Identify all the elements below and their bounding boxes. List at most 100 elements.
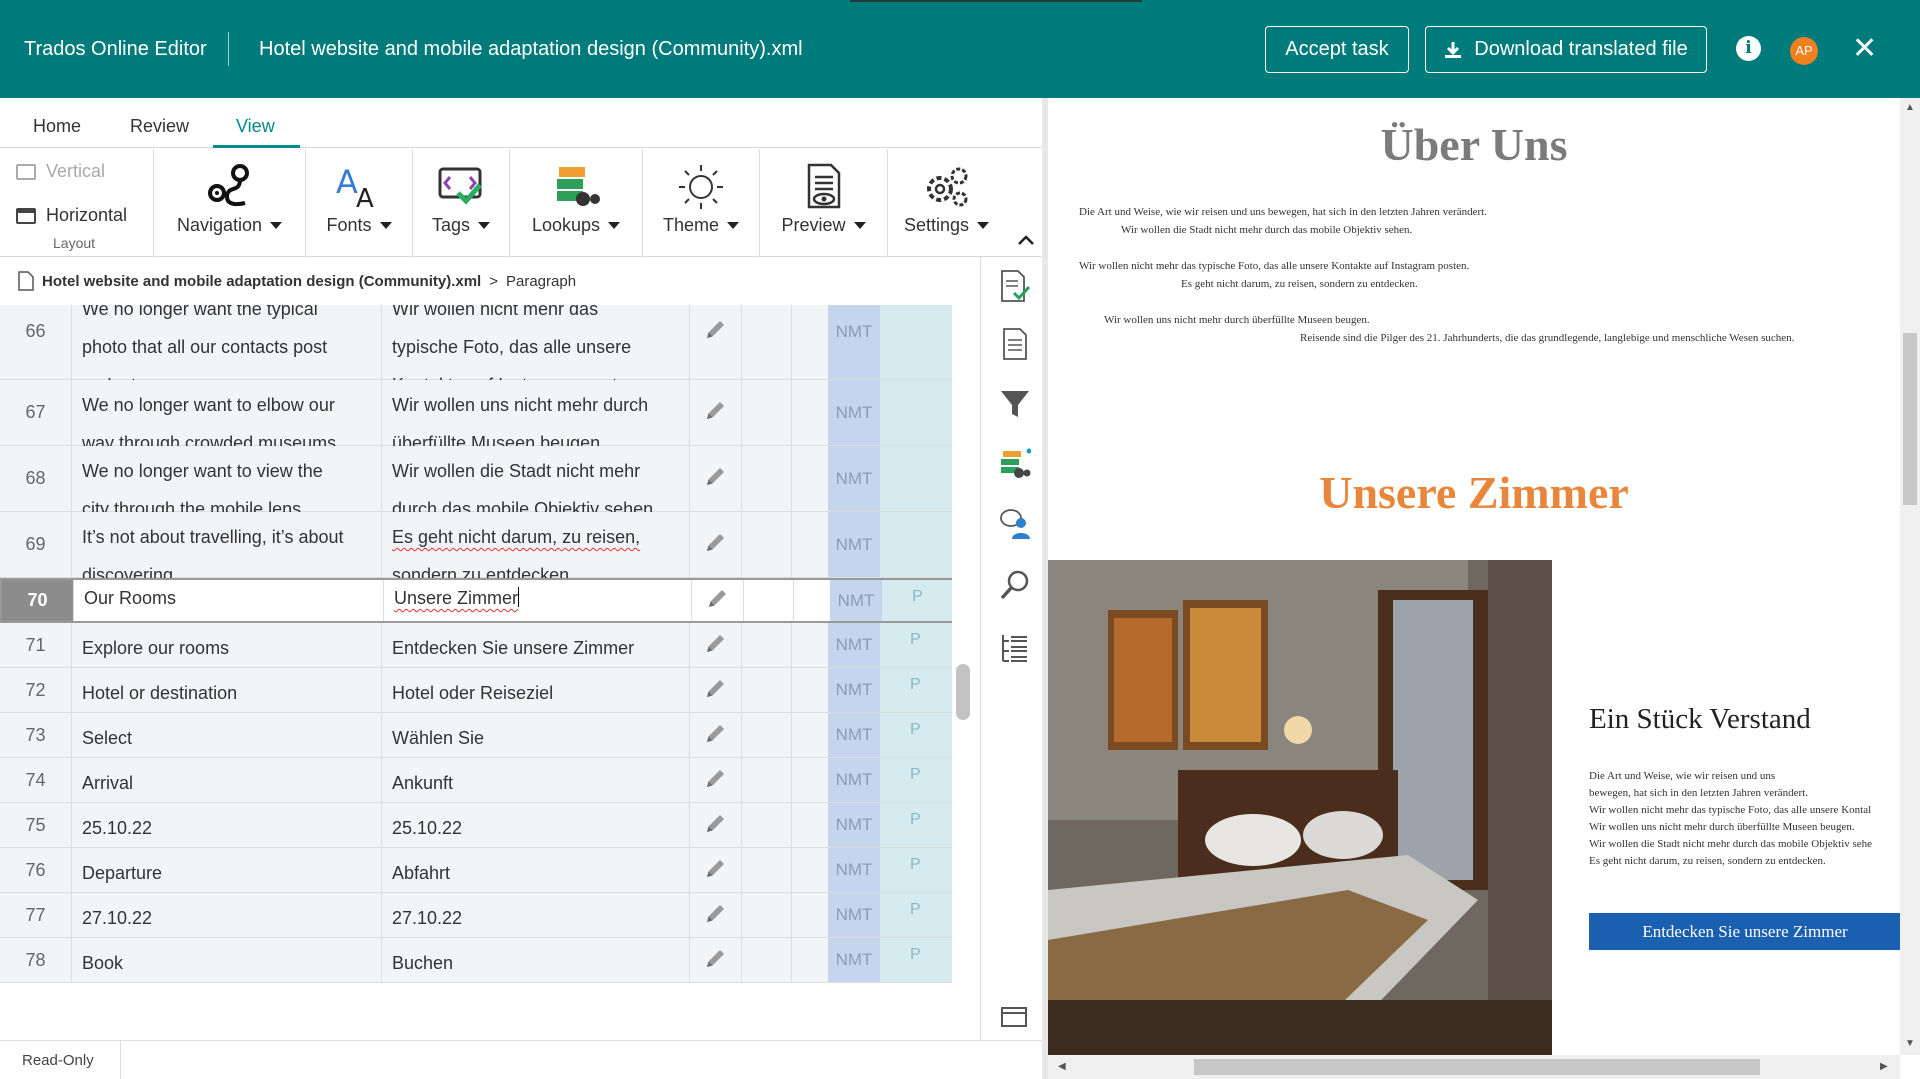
- target-text-line[interactable]: Wählen Sie: [392, 719, 679, 757]
- target-text-line[interactable]: 25.10.22: [392, 809, 679, 847]
- target-cell[interactable]: Wir wollen die Stadt nicht mehr durch das…: [382, 446, 690, 519]
- segment-row[interactable]: 76 Departure Abfahrt NMT P: [0, 848, 952, 893]
- tab-review[interactable]: Review: [130, 116, 189, 137]
- target-cell[interactable]: Unsere Zimmer: [384, 580, 692, 621]
- filter-icon[interactable]: [999, 387, 1031, 421]
- target-cell[interactable]: Ankunft: [382, 758, 690, 802]
- breadcrumb-file[interactable]: Hotel website and mobile adaptation desi…: [42, 273, 481, 290]
- target-cell[interactable]: Hotel oder Reiseziel: [382, 668, 690, 712]
- target-text-line[interactable]: Unsere Zimmer: [394, 588, 518, 608]
- edit-segment-button[interactable]: [690, 848, 742, 892]
- window-icon[interactable]: [999, 1005, 1031, 1029]
- pencil-icon: [704, 946, 728, 975]
- scroll-up-icon[interactable]: ▲: [1905, 102, 1915, 113]
- segment-row[interactable]: 68 We no longer want to view the city thro…: [0, 446, 952, 519]
- tree-icon[interactable]: [999, 631, 1031, 665]
- download-translated-file-button[interactable]: Download translated file: [1425, 26, 1707, 73]
- comments-icon[interactable]: [999, 507, 1031, 541]
- target-text-line[interactable]: Wir wollen uns nicht mehr durch: [392, 386, 679, 424]
- segment-row[interactable]: 71 Explore our rooms Entdecken Sie unsere …: [0, 623, 952, 668]
- segment-row[interactable]: 75 25.10.22 25.10.22 NMT P: [0, 803, 952, 848]
- edit-segment-button[interactable]: [690, 938, 742, 982]
- lookups-side-icon[interactable]: [999, 447, 1031, 481]
- avatar[interactable]: AP: [1790, 37, 1818, 65]
- edit-segment-button[interactable]: [690, 446, 742, 511]
- source-cell: We no longer want to elbow our way throug…: [72, 380, 382, 453]
- fonts-button[interactable]: AA Fonts: [306, 163, 412, 236]
- target-cell[interactable]: Buchen: [382, 938, 690, 982]
- settings-button[interactable]: Settings: [888, 163, 1005, 236]
- tab-home[interactable]: Home: [33, 116, 81, 137]
- scroll-right-icon[interactable]: ▶: [1880, 1061, 1888, 1072]
- target-cell[interactable]: Wir wollen uns nicht mehr durch überfüllt…: [382, 380, 690, 453]
- target-cell[interactable]: 27.10.22: [382, 893, 690, 937]
- layout-vertical-option[interactable]: Vertical: [16, 161, 105, 182]
- edit-segment-button[interactable]: [690, 668, 742, 712]
- tags-button[interactable]: Tags: [413, 163, 509, 236]
- explore-rooms-button[interactable]: Entdecken Sie unsere Zimmer: [1589, 913, 1900, 950]
- chevron-down-icon: [727, 222, 740, 229]
- lookups-button[interactable]: Lookups: [510, 163, 642, 236]
- scroll-left-icon[interactable]: ◀: [1058, 1061, 1066, 1072]
- target-cell[interactable]: 25.10.22: [382, 803, 690, 847]
- edit-segment-button[interactable]: [690, 512, 742, 577]
- target-cell[interactable]: Wählen Sie: [382, 713, 690, 757]
- segment-row[interactable]: 70 Our Rooms Unsere Zimmer NMT P: [0, 578, 952, 623]
- search-icon[interactable]: [999, 569, 1031, 603]
- edit-segment-button[interactable]: [690, 803, 742, 847]
- target-text-line[interactable]: Wir wollen nicht mehr das: [392, 305, 679, 328]
- edit-segment-button[interactable]: [690, 893, 742, 937]
- segment-row[interactable]: 69 It’s not about travelling, it’s about d…: [0, 512, 952, 585]
- theme-button[interactable]: Theme: [643, 163, 759, 236]
- target-text-line[interactable]: Ankunft: [392, 764, 679, 802]
- horizontal-layout-icon: [16, 207, 36, 224]
- collapse-ribbon-icon[interactable]: [1018, 234, 1034, 246]
- edit-segment-button[interactable]: [692, 580, 744, 621]
- preview-vscroll-thumb[interactable]: [1903, 333, 1917, 505]
- preview-button[interactable]: Preview: [760, 163, 887, 236]
- close-icon[interactable]: ✕: [1852, 32, 1877, 66]
- scroll-down-icon[interactable]: ▼: [1905, 1038, 1915, 1049]
- target-text-line[interactable]: Wir wollen die Stadt nicht mehr: [392, 452, 679, 490]
- edit-segment-button[interactable]: [690, 623, 742, 667]
- document-icon[interactable]: [999, 327, 1031, 361]
- preview-vertical-scrollbar[interactable]: ▲ ▼: [1900, 98, 1920, 1055]
- segment-number: 66: [0, 305, 72, 379]
- doc-check-icon[interactable]: [999, 269, 1031, 303]
- target-cell[interactable]: Abfahrt: [382, 848, 690, 892]
- target-text-line[interactable]: Hotel oder Reiseziel: [392, 674, 679, 712]
- fonts-label: Fonts: [326, 215, 372, 235]
- target-text-line[interactable]: 27.10.22: [392, 899, 679, 937]
- target-cell[interactable]: Wir wollen nicht mehr das typische Foto, …: [382, 305, 690, 395]
- target-text-line[interactable]: typische Foto, das alle unsere: [392, 328, 679, 366]
- edit-segment-button[interactable]: [690, 713, 742, 757]
- edit-segment-button[interactable]: [690, 380, 742, 445]
- layout-group: Vertical Horizontal Layout: [0, 149, 154, 257]
- segment-row[interactable]: 74 Arrival Ankunft NMT P: [0, 758, 952, 803]
- segment-row[interactable]: 73 Select Wählen Sie NMT P: [0, 713, 952, 758]
- target-cell[interactable]: Es geht nicht darum, zu reisen, sondern z…: [382, 512, 690, 585]
- tab-view[interactable]: View: [236, 116, 275, 137]
- edit-segment-button[interactable]: [690, 305, 742, 379]
- target-editor[interactable]: Unsere Zimmer: [394, 583, 681, 613]
- grid-scrollbar[interactable]: [956, 664, 970, 720]
- segment-row[interactable]: 78 Book Buchen NMT P: [0, 938, 952, 983]
- navigation-button[interactable]: Navigation: [154, 163, 305, 236]
- segment-row[interactable]: 67 We no longer want to elbow our way thro…: [0, 380, 952, 453]
- info-icon[interactable]: i: [1736, 36, 1761, 61]
- layout-horizontal-option[interactable]: Horizontal: [16, 205, 127, 226]
- preview-horizontal-scrollbar[interactable]: ◀ ▶: [1048, 1055, 1900, 1079]
- target-text-line[interactable]: Entdecken Sie unsere Zimmer: [392, 629, 679, 667]
- segment-spacer-cell: [742, 848, 792, 892]
- preview-hscroll-thumb[interactable]: [1194, 1059, 1760, 1075]
- edit-segment-button[interactable]: [690, 758, 742, 802]
- segment-row[interactable]: 66 We no longer want the typical photo tha…: [0, 305, 952, 395]
- target-text-line[interactable]: Es geht nicht darum, zu reisen,: [392, 518, 679, 556]
- accept-task-button[interactable]: Accept task: [1265, 26, 1409, 73]
- segment-spacer-cell: [742, 623, 792, 667]
- target-text-line[interactable]: Buchen: [392, 944, 679, 982]
- segment-row[interactable]: 77 27.10.22 27.10.22 NMT P: [0, 893, 952, 938]
- target-text-line[interactable]: Abfahrt: [392, 854, 679, 892]
- target-cell[interactable]: Entdecken Sie unsere Zimmer: [382, 623, 690, 667]
- segment-row[interactable]: 72 Hotel or destination Hotel oder Reisezi…: [0, 668, 952, 713]
